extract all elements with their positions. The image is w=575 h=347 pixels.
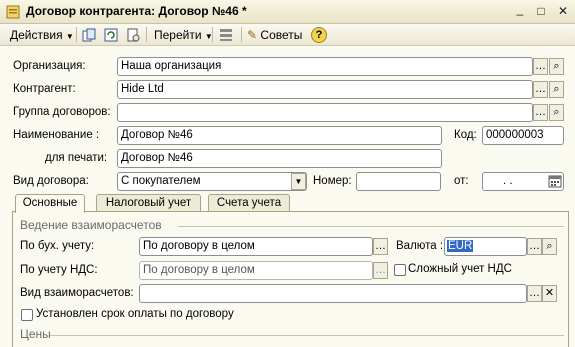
organization-select-button[interactable]: …: [533, 58, 548, 75]
search-icon[interactable]: ⌕: [549, 104, 564, 121]
accounting-settlement-label: По бух. учету:: [20, 240, 95, 252]
vat-settlement-select-button[interactable]: …: [373, 262, 388, 279]
help-icon: ?: [315, 29, 323, 41]
vat-settlement-label: По учету НДС:: [20, 264, 98, 276]
complex-vat-checkbox[interactable]: [394, 264, 406, 276]
structure-icon[interactable]: [219, 28, 233, 42]
section-divider: [50, 335, 564, 336]
maximize-button[interactable]: □: [534, 4, 548, 18]
toolbar-separator: [146, 27, 147, 42]
name-field[interactable]: Договор №46: [117, 126, 442, 145]
contract-type-label: Вид договора:: [13, 175, 89, 187]
tab-tax-accounting[interactable]: Налоговый учет: [96, 194, 201, 212]
close-button[interactable]: ✕: [556, 4, 570, 18]
contract-group-label: Группа договоров:: [13, 106, 111, 118]
contract-group-field[interactable]: [117, 103, 533, 122]
section-divider: [178, 226, 564, 227]
chevron-down-icon: ▼: [65, 32, 74, 41]
currency-select-button[interactable]: …: [527, 238, 542, 255]
code-field[interactable]: 000000003: [482, 126, 564, 145]
goto-menu[interactable]: Перейти ▼: [154, 28, 213, 42]
app-icon: [6, 5, 20, 19]
actions-label: Действия: [10, 28, 63, 42]
number-label: Номер:: [313, 175, 352, 187]
tab-accounts[interactable]: Счета учета: [208, 194, 290, 212]
minimize-button[interactable]: _: [513, 2, 527, 16]
tab-main[interactable]: Основные: [15, 194, 85, 213]
settlement-kind-select-button[interactable]: …: [527, 285, 542, 302]
toolbar-separator: [76, 27, 77, 42]
organization-field[interactable]: Наша организация: [117, 57, 533, 76]
settlement-kind-label: Вид взаиморасчетов:: [20, 287, 134, 299]
toolbar-separator: [241, 27, 242, 42]
print-name-label: для печати:: [45, 152, 108, 164]
name-label: Наименование :: [13, 129, 100, 141]
settlement-kind-field[interactable]: [139, 284, 527, 303]
print-name-field[interactable]: Договор №46: [117, 149, 442, 168]
contractor-select-button[interactable]: …: [533, 81, 548, 98]
copy-icon[interactable]: [82, 28, 96, 42]
search-icon[interactable]: ⌕: [549, 81, 564, 98]
date-label: от:: [454, 175, 469, 187]
tips-label: Советы: [260, 28, 303, 42]
accounting-settlement-field[interactable]: По договору в целом: [139, 237, 373, 256]
goto-label: Перейти: [154, 28, 202, 42]
settlements-section-title: Ведение взаиморасчетов: [20, 218, 162, 232]
document-icon[interactable]: [126, 28, 140, 42]
code-label: Код:: [454, 129, 477, 141]
vat-settlement-field[interactable]: По договору в целом: [139, 261, 373, 280]
search-icon[interactable]: ⌕: [542, 238, 557, 255]
window-title: Договор контрагента: Договор №46 *: [26, 4, 247, 18]
currency-label: Валюта :: [396, 240, 444, 252]
contractor-label: Контрагент:: [13, 83, 76, 95]
number-field[interactable]: [356, 172, 441, 191]
actions-menu[interactable]: Действия ▼: [10, 28, 74, 42]
chevron-down-icon[interactable]: ▼: [291, 173, 306, 190]
help-button[interactable]: ?: [311, 27, 327, 43]
prices-section-title: Цены: [20, 327, 51, 341]
payment-term-checkbox[interactable]: [21, 309, 33, 321]
currency-value: EUR: [447, 240, 474, 252]
clear-icon[interactable]: ✕: [542, 285, 557, 302]
complex-vat-label: Сложный учет НДС: [408, 263, 512, 275]
contract-group-select-button[interactable]: …: [533, 104, 548, 121]
toolbar-separator: [212, 27, 213, 42]
contractor-field[interactable]: Hide Ltd: [117, 80, 533, 99]
accounting-settlement-select-button[interactable]: …: [373, 238, 388, 255]
calendar-icon[interactable]: [548, 174, 562, 188]
contract-type-select[interactable]: С покупателем: [117, 172, 307, 191]
organization-label: Организация:: [13, 60, 86, 72]
payment-term-label: Установлен срок оплаты по договору: [36, 308, 234, 320]
tips-icon: ✎: [247, 28, 258, 42]
tips-button[interactable]: ✎ Советы: [247, 28, 302, 42]
search-icon[interactable]: ⌕: [549, 58, 564, 75]
refresh-icon[interactable]: [104, 28, 118, 42]
currency-field[interactable]: EUR: [444, 237, 527, 256]
